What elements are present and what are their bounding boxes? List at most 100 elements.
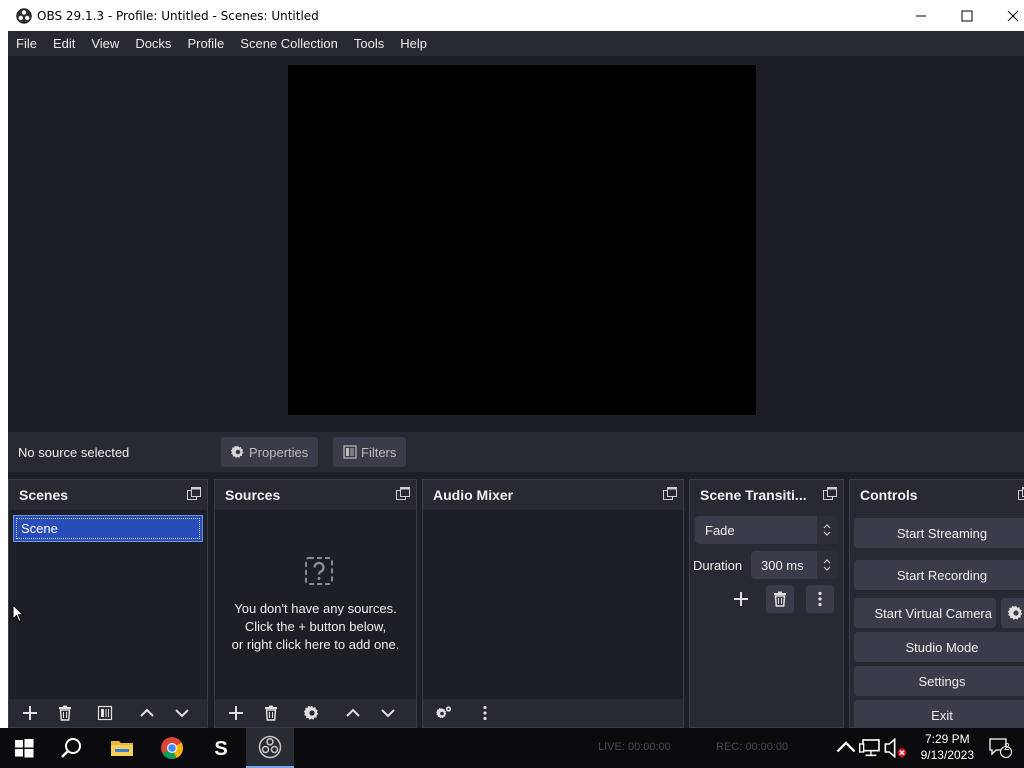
menu-help[interactable]: Help: [392, 31, 435, 56]
trash-icon: [59, 705, 71, 721]
scenes-list[interactable]: Scene: [9, 510, 207, 699]
menu-docks[interactable]: Docks: [127, 31, 179, 56]
trash-icon: [265, 705, 277, 721]
move-scene-down-button[interactable]: [168, 699, 196, 727]
move-source-down-button[interactable]: [374, 699, 402, 727]
menu-edit[interactable]: Edit: [45, 31, 83, 56]
scenes-dock-header: Scenes: [9, 480, 207, 510]
action-center-button[interactable]: 2: [978, 728, 1022, 768]
properties-button[interactable]: Properties: [221, 437, 319, 467]
minimize-button[interactable]: [898, 0, 944, 31]
chevron-up-icon: [346, 708, 360, 717]
duration-label: Duration: [693, 558, 743, 573]
chrome-button[interactable]: [148, 728, 196, 768]
add-scene-button[interactable]: [16, 699, 44, 727]
float-dock-icon[interactable]: [823, 487, 837, 501]
source-toolbar: No source selected Properties Filters: [8, 432, 1024, 472]
filters-label: Filters: [361, 444, 397, 460]
maximize-button[interactable]: [944, 0, 990, 31]
chevron-up-icon: [140, 708, 154, 717]
search-icon: [61, 738, 81, 758]
scene-transitions-dock: Scene Transiti... Fade Duration 300 ms: [689, 479, 844, 728]
transition-select[interactable]: Fade: [695, 516, 837, 544]
float-dock-icon[interactable]: [1018, 487, 1024, 501]
filters-icon: [97, 705, 113, 721]
empty-message-line: or right click here to add one.: [231, 637, 400, 652]
live-status: LIVE: 00:00:00: [598, 741, 671, 753]
move-scene-up-button[interactable]: [133, 699, 161, 727]
duration-spinbox[interactable]: 300 ms: [751, 551, 837, 579]
network-icon: [859, 739, 880, 757]
audio-mixer-menu-button[interactable]: [471, 699, 499, 727]
folder-icon: [111, 741, 133, 756]
file-explorer-button[interactable]: [98, 728, 146, 768]
clock-date: 9/13/2023: [920, 748, 974, 762]
gears-icon: [436, 706, 452, 719]
close-button[interactable]: [990, 0, 1024, 31]
chrome-icon: [161, 737, 183, 759]
preview-canvas[interactable]: [288, 65, 756, 415]
plus-icon: [23, 706, 37, 720]
clock[interactable]: 7:29 PM 9/13/2023: [921, 731, 974, 763]
scenes-footer: [9, 699, 207, 727]
menu-tools[interactable]: Tools: [346, 31, 392, 56]
remove-transition-button[interactable]: [766, 585, 794, 613]
settings-button[interactable]: Settings: [854, 666, 1024, 696]
updown-arrows-icon: [817, 516, 837, 544]
menu-profile[interactable]: Profile: [179, 31, 232, 56]
studio-mode-button[interactable]: Studio Mode: [854, 632, 1024, 662]
move-source-up-button[interactable]: [339, 699, 367, 727]
sources-dock: Sources You don't have any sources. Clic…: [214, 479, 417, 728]
exit-button[interactable]: Exit: [854, 700, 1024, 730]
volume-muted-icon: [884, 737, 907, 759]
spinbox-arrows-icon[interactable]: [817, 551, 837, 579]
remove-scene-button[interactable]: [51, 699, 79, 727]
scene-list-item[interactable]: Scene: [13, 515, 203, 542]
transition-properties-button[interactable]: [806, 585, 834, 613]
add-transition-button[interactable]: [727, 585, 755, 613]
plus-icon: [229, 706, 243, 720]
rec-status: REC: 00:00:00: [716, 741, 788, 753]
start-streaming-button[interactable]: Start Streaming: [854, 518, 1024, 548]
kebab-menu-icon: [483, 705, 487, 721]
network-button[interactable]: [858, 728, 884, 768]
sources-dock-title: Sources: [225, 487, 281, 503]
float-dock-icon[interactable]: [187, 487, 201, 501]
properties-label: Properties: [249, 444, 309, 460]
close-icon: [1007, 10, 1019, 21]
windows-logo-icon: [15, 739, 34, 758]
scene-name: Scene: [16, 518, 200, 539]
advanced-audio-properties-button[interactable]: [430, 699, 458, 727]
float-dock-icon[interactable]: [663, 487, 677, 501]
scene-filters-button[interactable]: [91, 699, 119, 727]
add-source-button[interactable]: [222, 699, 250, 727]
obs-taskbar-button[interactable]: [246, 728, 294, 768]
gear-icon: [1008, 605, 1023, 620]
show-hidden-icons-button[interactable]: [834, 728, 858, 768]
question-mark-icon: [305, 557, 333, 585]
menu-view[interactable]: View: [83, 31, 127, 56]
menu-scene-collection[interactable]: Scene Collection: [232, 31, 346, 56]
volume-button[interactable]: [884, 728, 908, 768]
source-properties-button[interactable]: [298, 699, 326, 727]
start-recording-button[interactable]: Start Recording: [854, 560, 1024, 590]
virtual-camera-settings-button[interactable]: [1001, 598, 1024, 628]
filters-button[interactable]: Filters: [333, 437, 407, 467]
search-button[interactable]: [48, 728, 96, 768]
s-app-button[interactable]: S: [197, 728, 245, 768]
float-dock-icon[interactable]: [396, 487, 410, 501]
title-bar: OBS 29.1.3 - Profile: Untitled - Scenes:…: [0, 0, 1024, 31]
start-virtual-camera-button[interactable]: Start Virtual Camera: [854, 598, 996, 628]
audio-mixer-dock-title: Audio Mixer: [433, 487, 514, 503]
start-button[interactable]: [0, 728, 48, 768]
transition-select-value: Fade: [705, 522, 735, 538]
menu-file[interactable]: File: [8, 31, 45, 56]
controls-dock-title: Controls: [860, 487, 918, 503]
sources-list[interactable]: You don't have any sources. Click the + …: [215, 510, 416, 699]
filters-icon: [343, 445, 357, 459]
s-app-icon: S: [214, 738, 227, 760]
menu-bar: File Edit View Docks Profile Scene Colle…: [8, 31, 1024, 56]
remove-source-button[interactable]: [257, 699, 285, 727]
live-status-text: LIVE: 00:00:00: [598, 741, 671, 753]
duration-value: 300 ms: [761, 557, 804, 573]
